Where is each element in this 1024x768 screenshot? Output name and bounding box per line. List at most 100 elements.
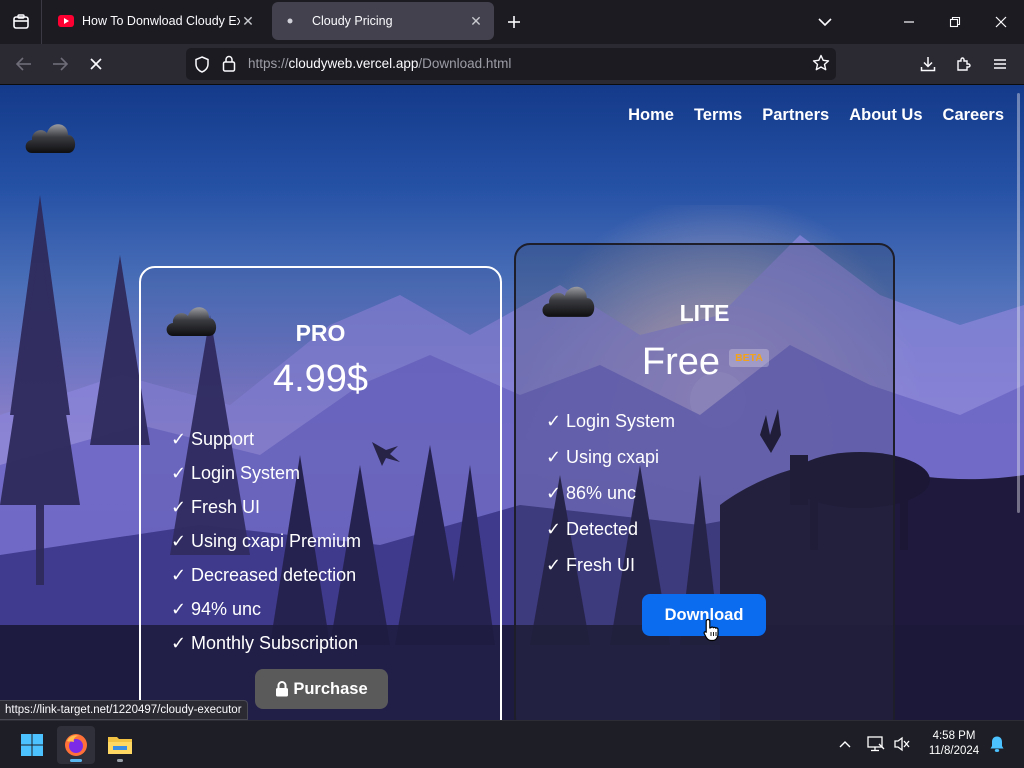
- tab-title: Cloudy Pricing: [312, 14, 393, 28]
- lite-plan-card: LITE Free BETA ✓ Login System ✓ Using cxap…: [514, 243, 895, 720]
- feature-text: Fresh UI: [191, 496, 261, 517]
- stop-icon: [90, 58, 102, 70]
- url-text[interactable]: https://cloudyweb.vercel.app/Download.ht…: [248, 56, 511, 71]
- tracking-protection-icon[interactable]: [194, 56, 210, 78]
- feature-item: ✓ Fresh UI: [171, 490, 361, 524]
- network-status-button[interactable]: [864, 731, 888, 757]
- network-icon: [867, 736, 885, 752]
- notifications-button[interactable]: [985, 731, 1009, 757]
- feature-item: ✓ Decreased detection: [171, 558, 361, 592]
- address-bar[interactable]: https://cloudyweb.vercel.app/Download.ht…: [186, 48, 836, 80]
- feature-item: ✓ Support: [171, 422, 361, 456]
- volume-button[interactable]: [890, 731, 914, 757]
- arrow-left-icon: [16, 57, 31, 71]
- plan-name: LITE: [679, 300, 730, 326]
- checkmark-icon: ✓: [546, 410, 562, 431]
- feature-item: ✓ Using cxapi: [546, 439, 675, 475]
- back-button[interactable]: [10, 50, 38, 78]
- show-hidden-icons-button[interactable]: [833, 731, 857, 757]
- restore-button[interactable]: [932, 0, 978, 44]
- restore-icon: [949, 16, 961, 28]
- page-scrollbar[interactable]: [1017, 93, 1020, 513]
- plan-price: 4.99$: [272, 358, 369, 400]
- forward-button[interactable]: [46, 50, 74, 78]
- new-tab-button[interactable]: [502, 10, 526, 34]
- app-menu-button[interactable]: [986, 50, 1014, 78]
- browser-toolbar: https://cloudyweb.vercel.app/Download.ht…: [0, 44, 1024, 85]
- web-page: Home Terms Partners About Us Careers PRO…: [0, 85, 1024, 720]
- extensions-button[interactable]: [950, 50, 978, 78]
- url-scheme: https://: [248, 56, 289, 71]
- clock-date: 11/8/2024: [928, 745, 980, 757]
- feature-list: ✓ Support ✓ Login System ✓ Fresh UI ✓ Using …: [171, 422, 361, 660]
- plan-price: Free: [641, 341, 721, 383]
- feature-text: Using cxapi: [566, 446, 660, 467]
- folder-icon: [108, 737, 132, 754]
- firefox-view-button[interactable]: [0, 0, 42, 44]
- chevron-up-icon: [839, 741, 851, 748]
- checkmark-icon: ✓: [171, 564, 187, 585]
- tab-title: How To Donwload Cloudy Exec: [82, 14, 240, 28]
- checkmark-icon: ✓: [546, 482, 562, 503]
- tab-youtube[interactable]: How To Donwload Cloudy Exec ✕: [48, 2, 266, 40]
- checkmark-icon: ✓: [546, 554, 562, 575]
- feature-text: 86% unc: [566, 482, 637, 503]
- checkmark-icon: ✓: [171, 462, 187, 483]
- feature-item: ✓ Monthly Subscription: [171, 626, 361, 660]
- feature-text: Monthly Subscription: [191, 632, 359, 653]
- link-status-tooltip: https://link-target.net/1220497/cloudy-e…: [0, 700, 248, 720]
- nav-about-us-link[interactable]: About Us: [849, 106, 922, 125]
- feature-list: ✓ Login System ✓ Using cxapi ✓ 86% unc ✓ Det…: [546, 403, 675, 583]
- lock-icon[interactable]: [222, 55, 236, 77]
- checkmark-icon: ✓: [546, 446, 562, 467]
- downloads-button[interactable]: [914, 50, 942, 78]
- purchase-button[interactable]: Purchase: [255, 669, 388, 709]
- feature-text: Support: [191, 428, 255, 449]
- bookmark-star-icon[interactable]: [812, 54, 830, 77]
- close-tab-icon[interactable]: ✕: [240, 13, 256, 29]
- hamburger-menu-icon: [994, 59, 1006, 69]
- running-indicator: [117, 759, 123, 762]
- active-indicator: [70, 759, 82, 762]
- hand-pointer-cursor-icon: [703, 618, 719, 642]
- feature-text: 94% unc: [191, 598, 262, 619]
- chevron-down-icon: [818, 18, 832, 27]
- nav-partners-link[interactable]: Partners: [762, 106, 829, 125]
- feature-item: ✓ Login System: [546, 403, 675, 439]
- windows-logo-icon: [21, 734, 43, 756]
- checkmark-icon: ✓: [546, 518, 562, 539]
- clock-time: 4:58 PM: [932, 730, 976, 742]
- taskbar-file-explorer[interactable]: [101, 726, 139, 764]
- checkmark-icon: ✓: [171, 632, 187, 653]
- feature-text: Login System: [191, 462, 301, 483]
- feature-item: ✓ Login System: [171, 456, 361, 490]
- speaker-muted-icon: [894, 736, 910, 752]
- nav-careers-link[interactable]: Careers: [943, 106, 1004, 125]
- close-tab-icon[interactable]: ✕: [468, 13, 484, 29]
- nav-home-link[interactable]: Home: [628, 106, 674, 125]
- taskbar-firefox[interactable]: [57, 726, 95, 764]
- minimize-button[interactable]: [886, 0, 932, 44]
- lock-icon: [276, 681, 289, 697]
- system-clock[interactable]: 4:58 PM 11/8/2024: [920, 729, 988, 759]
- feature-item: ✓ 94% unc: [171, 592, 361, 626]
- stop-loading-button[interactable]: [82, 50, 110, 78]
- plus-icon: [508, 16, 520, 28]
- nav-terms-link[interactable]: Terms: [694, 106, 742, 125]
- checkmark-icon: ✓: [171, 530, 187, 551]
- feature-item: ✓ 86% unc: [546, 475, 675, 511]
- close-window-button[interactable]: [978, 0, 1024, 44]
- purchase-button-label: Purchase: [293, 679, 368, 698]
- start-button[interactable]: [13, 726, 51, 764]
- tab-cloudy-pricing[interactable]: Cloudy Pricing ✕: [272, 2, 494, 40]
- close-icon: [995, 16, 1007, 28]
- feature-item: ✓ Using cxapi Premium: [171, 524, 361, 558]
- feature-text: Using cxapi Premium: [191, 530, 362, 551]
- arrow-right-icon: [53, 57, 68, 71]
- list-all-tabs-button[interactable]: [812, 10, 838, 34]
- checkmark-icon: ✓: [171, 428, 187, 449]
- dot-icon: [282, 13, 298, 29]
- bell-icon: [990, 736, 1004, 752]
- windows-taskbar: 4:58 PM 11/8/2024: [0, 720, 1024, 768]
- cloud-logo-icon[interactable]: [22, 113, 78, 157]
